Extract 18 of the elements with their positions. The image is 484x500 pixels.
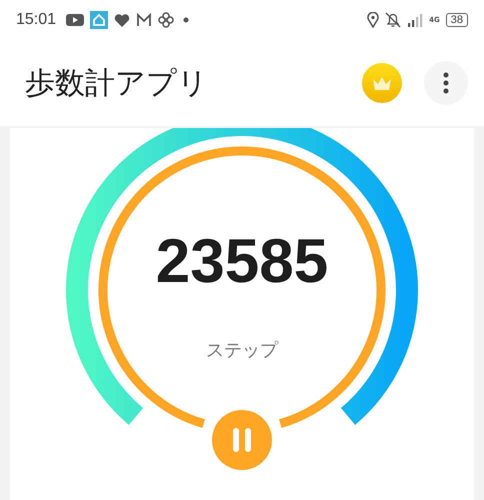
more-vertical-icon <box>443 72 449 94</box>
mail-icon <box>136 13 152 27</box>
heart-icon <box>114 12 130 28</box>
crown-icon <box>372 76 392 90</box>
location-icon <box>367 12 380 28</box>
pinwheel-icon <box>158 12 174 28</box>
battery-level: 38 <box>446 13 468 27</box>
step-unit: ステップ <box>206 339 278 362</box>
home-app-icon <box>90 11 108 29</box>
premium-button[interactable] <box>362 63 402 103</box>
pause-icon <box>231 428 253 452</box>
more-menu-button[interactable] <box>424 61 468 105</box>
step-count: 23585 <box>156 227 328 296</box>
signal-icon <box>407 13 424 27</box>
video-app-icon <box>66 13 84 27</box>
app-title: 歩数計アプリ <box>25 64 209 102</box>
status-time: 15:01 <box>16 11 56 29</box>
bell-off-icon <box>385 12 402 28</box>
